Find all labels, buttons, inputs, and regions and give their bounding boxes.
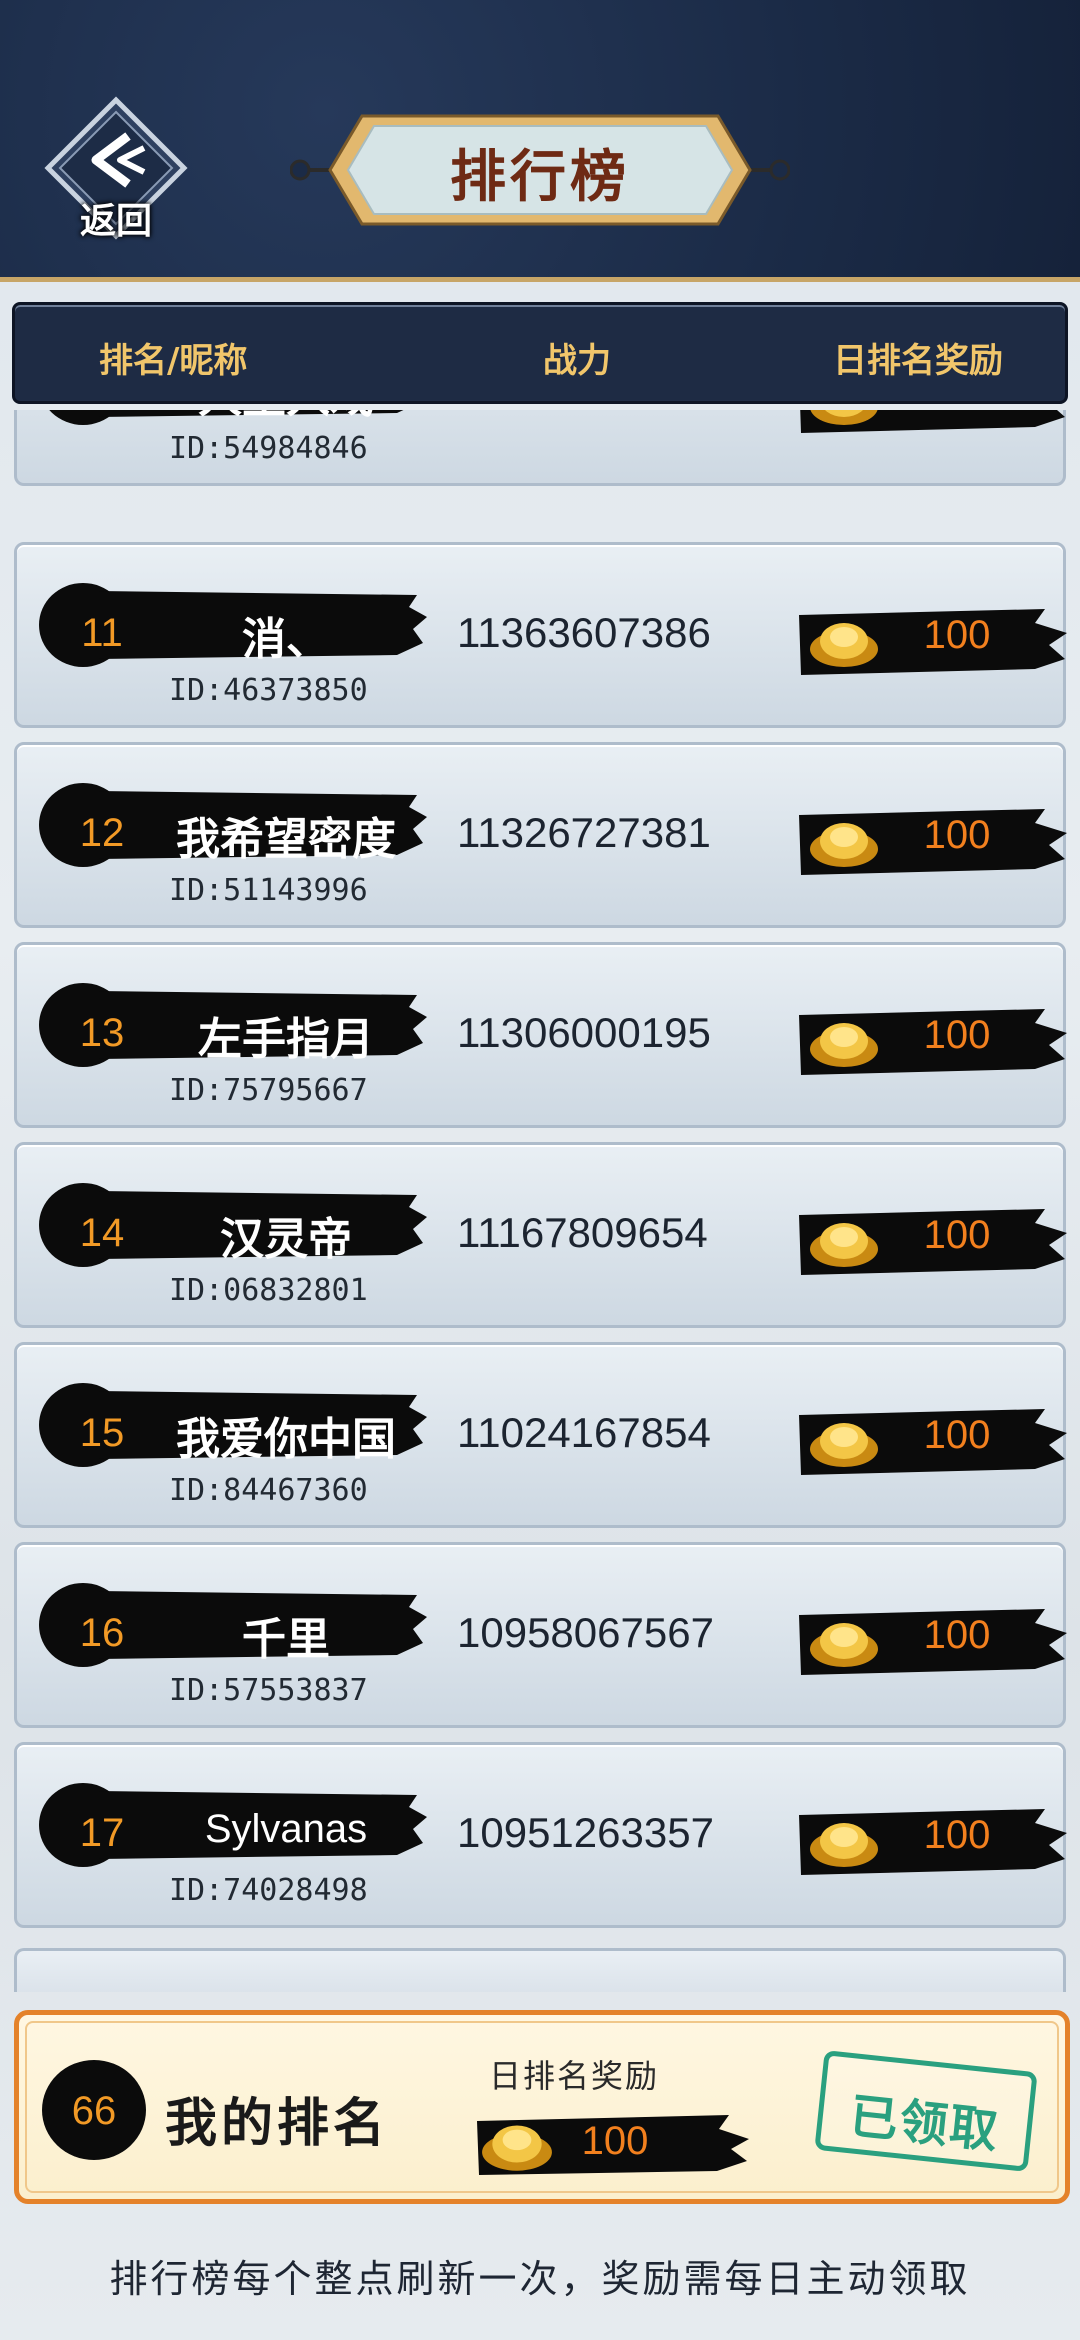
gold-ingot-icon [482, 2125, 552, 2171]
power-value: 11326727381 [457, 809, 711, 856]
player-name: 我爱你中国 [176, 1414, 396, 1465]
rank-number: 10 [57, 410, 147, 414]
gold-ingot-icon [810, 1223, 878, 1267]
gold-ingot-icon [810, 1023, 878, 1067]
player-id: ID:74028498 [169, 1873, 368, 1908]
table-row[interactable]: 17 Sylvanas ID:74028498 10951263357 100 [14, 1742, 1067, 1928]
rank-number: 17 [79, 1811, 125, 1855]
my-reward-title: 日排名奖励 [489, 2057, 660, 2095]
rank-number: 16 [79, 1611, 125, 1655]
title-plate: 排行榜 [290, 108, 790, 232]
column-rank-name: 排名/昵称 [99, 341, 248, 381]
player-name: 千里 [242, 1614, 330, 1665]
gold-ingot-icon [810, 1423, 878, 1467]
player-name: 消、 [242, 614, 330, 665]
table-row-partial[interactable] [14, 1948, 1066, 1992]
player-id: ID:54984846 [169, 431, 368, 466]
player-name: 我希望密度 [176, 814, 396, 865]
player-name: 人生入戏 [151, 410, 421, 425]
reward-amount: 100 [923, 1213, 991, 1257]
player-name: Sylvanas [204, 1807, 368, 1851]
player-id: ID:57553837 [169, 1673, 368, 1708]
my-rank-number: 66 [71, 2089, 117, 2133]
reward-amount: 200 [897, 410, 1017, 416]
table-row[interactable]: 11 消、 ID:46373850 11363607386 100 [14, 542, 1067, 728]
player-name: 汉灵帝 [220, 1214, 352, 1265]
rank-number: 14 [79, 1211, 125, 1255]
rank-number: 15 [79, 1411, 125, 1455]
reward-amount: 100 [923, 1013, 991, 1057]
table-row[interactable]: 16 千里 ID:57553837 10958067567 100 [14, 1542, 1067, 1728]
leaderboard-list[interactable]: 10 人生入戏 ID:54984846 11578013827 200 11 消… [0, 410, 1080, 1992]
claimed-label: 已领取 [847, 2088, 1003, 2160]
column-header: 排名/昵称 战力 日排名奖励 [12, 302, 1068, 404]
player-id: ID:84467360 [169, 1473, 368, 1508]
table-row[interactable]: 14 汉灵帝 ID:06832801 11167809654 100 [14, 1142, 1067, 1328]
table-row[interactable]: 15 我爱你中国 ID:84467360 11024167854 100 [14, 1342, 1067, 1528]
gold-ingot-icon [810, 623, 878, 667]
table-row[interactable]: 12 我希望密度 ID:51143996 11326727381 100 [14, 742, 1067, 928]
column-daily-reward: 日排名奖励 [833, 341, 1003, 381]
reward-amount: 100 [923, 813, 991, 857]
player-id: ID:75795667 [169, 1073, 368, 1108]
back-label: 返回 [79, 200, 152, 242]
player-id: ID:51143996 [169, 873, 368, 908]
table-row[interactable]: 13 左手指月 ID:75795667 11306000195 100 [14, 942, 1067, 1128]
power-value: 10951263357 [457, 1809, 714, 1856]
reward-amount: 100 [923, 1813, 991, 1857]
reward-amount: 100 [923, 1613, 991, 1657]
gold-ingot-icon [810, 1623, 878, 1667]
player-id: ID:46373850 [169, 673, 368, 708]
rank-number: 13 [79, 1011, 125, 1055]
power-value: 11363607386 [457, 609, 711, 656]
refresh-note: 排行榜每个整点刷新一次，奖励需每日主动领取 [109, 2257, 971, 2301]
back-button[interactable]: 返回 [44, 96, 188, 242]
rank-number: 12 [79, 811, 125, 855]
page-title: 排行榜 [450, 144, 630, 210]
table-row[interactable]: 10 人生入戏 ID:54984846 11578013827 200 [14, 410, 1066, 486]
my-rank-panel: 66 我的排名 日排名奖励 100 已领取 [14, 2010, 1070, 2204]
gold-ingot-icon [810, 410, 878, 425]
power-value: 11024167854 [457, 1409, 711, 1456]
rank-number: 11 [81, 611, 123, 655]
power-value: 11578013827 [457, 410, 711, 415]
power-value: 11306000195 [457, 1009, 711, 1056]
reward-amount: 100 [923, 613, 991, 657]
power-value: 10958067567 [457, 1609, 714, 1656]
player-id: ID:06832801 [169, 1273, 368, 1308]
gold-ingot-icon [810, 1823, 878, 1867]
reward-amount: 100 [923, 1413, 991, 1457]
my-rank-label: 我的排名 [165, 2093, 390, 2154]
gold-ingot-icon [810, 823, 878, 867]
player-name: 左手指月 [198, 1014, 374, 1065]
my-reward-amount: 100 [581, 2119, 649, 2163]
column-power: 战力 [543, 341, 611, 381]
top-bar: 返回 排行榜 [0, 0, 1080, 282]
power-value: 11167809654 [457, 1209, 708, 1256]
